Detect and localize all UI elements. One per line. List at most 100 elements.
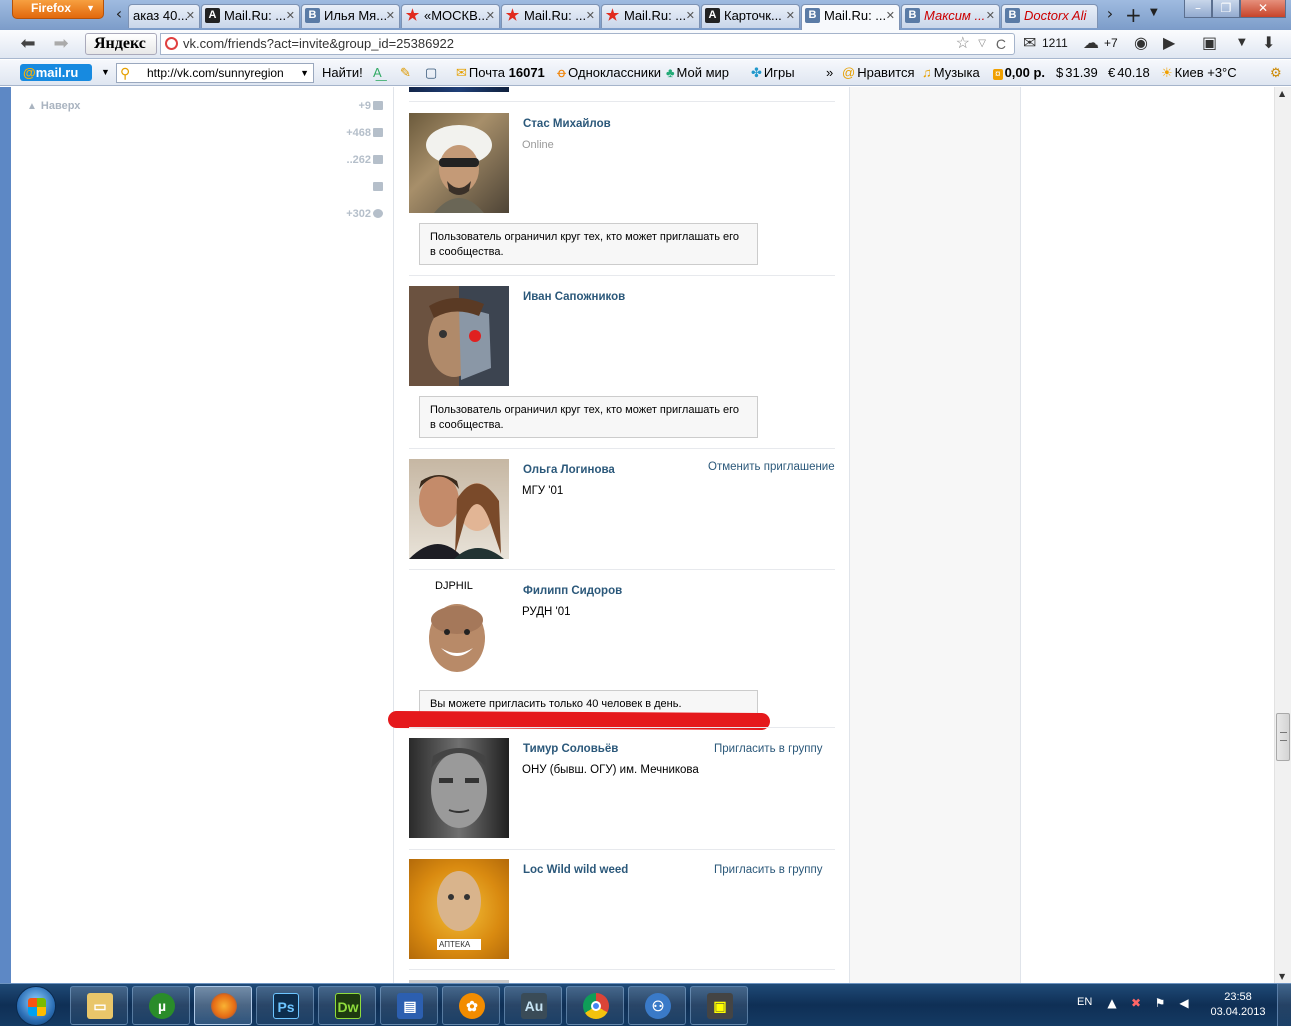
avatar[interactable] bbox=[409, 87, 509, 92]
yandex-search-button[interactable]: Яндекс bbox=[85, 33, 157, 55]
download-icon[interactable]: ⬇ bbox=[1262, 33, 1275, 52]
bookmark-icon[interactable]: ▣ bbox=[1202, 33, 1217, 52]
close-icon[interactable]: ✕ bbox=[686, 9, 695, 23]
close-icon[interactable]: ✕ bbox=[586, 9, 595, 23]
games-link[interactable]: ✤ Игры bbox=[751, 65, 795, 81]
taskbar-save-button[interactable]: ▤ bbox=[380, 986, 438, 1025]
avatar[interactable] bbox=[409, 459, 509, 559]
balance-link[interactable]: ¤ 0,00 р. bbox=[993, 65, 1045, 80]
show-desktop-button[interactable] bbox=[1277, 984, 1291, 1026]
firefox-menu-button[interactable]: Firefox ▼ bbox=[12, 0, 104, 19]
overflow-button[interactable]: » bbox=[826, 65, 833, 80]
zoom-icon[interactable]: ▢ bbox=[425, 65, 437, 81]
minimize-button[interactable]: – bbox=[1184, 0, 1212, 18]
volume-icon[interactable]: ◀ bbox=[1176, 996, 1192, 1012]
friend-name-link[interactable]: Филипп Сидоров bbox=[523, 585, 622, 597]
close-window-button[interactable]: ✕ bbox=[1240, 0, 1286, 18]
forward-button[interactable]: ➡ bbox=[50, 34, 72, 54]
back-button[interactable]: ⬅ bbox=[17, 34, 39, 54]
close-icon[interactable]: ✕ bbox=[386, 9, 395, 23]
taskbar-gadget-button[interactable]: ▣ bbox=[690, 986, 748, 1025]
close-icon[interactable]: ✕ bbox=[286, 9, 295, 23]
mailru-logo[interactable]: @mail.ru bbox=[20, 64, 92, 81]
invite-to-group-link[interactable]: Пригласить в группу bbox=[714, 743, 822, 755]
mailru-search-input[interactable]: ⚲ http://vk.com/sunnyregion ▼ bbox=[116, 63, 314, 83]
sidebar-counter-messages[interactable]: +468 bbox=[346, 127, 383, 139]
clock[interactable]: 23:58 03.04.2013 bbox=[1208, 990, 1268, 1020]
chevron-down-icon[interactable]: ▼ bbox=[1238, 37, 1246, 48]
tab-item[interactable]: B Doctorx Ali bbox=[1001, 4, 1098, 28]
close-icon[interactable]: ✕ bbox=[186, 9, 195, 23]
weather-link[interactable]: ☀ Киев +3°C bbox=[1161, 65, 1237, 81]
start-button[interactable] bbox=[16, 986, 56, 1026]
sidebar-counter-groups[interactable]: ..262 bbox=[347, 154, 383, 166]
taskbar-explorer-button[interactable]: ▭ bbox=[70, 986, 128, 1025]
avatar[interactable] bbox=[409, 286, 509, 386]
new-tab-button[interactable]: + bbox=[1125, 3, 1142, 27]
avatar[interactable]: DJPHIL bbox=[409, 580, 509, 680]
tab-item[interactable]: ★ Mail.Ru: ... ✕ bbox=[601, 4, 700, 28]
spellcheck-icon[interactable]: A͟ bbox=[373, 65, 382, 80]
tab-item[interactable]: A Mail.Ru: ... ✕ bbox=[201, 4, 300, 28]
network-warning-icon[interactable]: ✖ bbox=[1128, 996, 1144, 1012]
play-icon[interactable]: ▶ bbox=[1163, 33, 1175, 52]
tab-item[interactable]: B Максим ... ✕ bbox=[901, 4, 1000, 28]
friend-name-link[interactable]: Тимур Соловьёв bbox=[523, 743, 618, 755]
friend-name-link[interactable]: Loc Wild wild weed bbox=[523, 864, 628, 876]
highlighter-icon[interactable]: ✎ bbox=[400, 65, 411, 81]
cancel-invite-link[interactable]: Отменить приглашение bbox=[708, 461, 835, 473]
mail-envelope-icon[interactable]: ✉ bbox=[1023, 33, 1036, 52]
tab-list-button[interactable]: ▼ bbox=[1150, 7, 1158, 18]
tab-item[interactable]: A Карточк... ✕ bbox=[701, 4, 800, 28]
taskbar-photoshop-button[interactable]: Ps bbox=[256, 986, 314, 1025]
tab-item[interactable]: ★ «МОСКВ... ✕ bbox=[401, 4, 500, 28]
odnoklassniki-link[interactable]: ꝋ Одноклассники bbox=[557, 65, 661, 81]
sidebar-counter-comments[interactable] bbox=[371, 181, 383, 193]
avatar[interactable] bbox=[409, 738, 509, 838]
tab-item[interactable]: B Илья Мя... ✕ bbox=[301, 4, 400, 28]
settings-gear-icon[interactable]: ⚙ bbox=[1270, 65, 1282, 81]
tab-item-active[interactable]: B Mail.Ru: ... ✕ bbox=[801, 4, 900, 30]
taskbar-utorrent-button[interactable]: µ bbox=[132, 986, 190, 1025]
tab-scroll-left-button[interactable]: ‹ bbox=[110, 4, 128, 26]
close-icon[interactable]: ✕ bbox=[786, 9, 795, 23]
tab-item[interactable]: ★ Mail.Ru: ... ✕ bbox=[501, 4, 600, 28]
bookmark-star-icon[interactable]: ☆ bbox=[956, 34, 970, 54]
usd-rate[interactable]: $31.39 bbox=[1056, 65, 1098, 80]
close-icon[interactable]: ✕ bbox=[986, 9, 995, 23]
vertical-scrollbar[interactable]: ▲ ▼ bbox=[1274, 87, 1291, 983]
reload-icon[interactable]: C bbox=[996, 34, 1006, 54]
taskbar-chrome-button[interactable] bbox=[566, 986, 624, 1025]
mail-link[interactable]: ✉ Почта 16071 bbox=[456, 65, 545, 81]
close-icon[interactable]: ✕ bbox=[486, 9, 495, 23]
taskbar-firefox-button[interactable] bbox=[194, 986, 252, 1025]
avatar[interactable] bbox=[409, 113, 509, 213]
weather-cloud-icon[interactable]: ☁ bbox=[1083, 33, 1099, 52]
my-world-link[interactable]: ♣ Мой мир bbox=[666, 65, 729, 80]
invite-to-group-link[interactable]: Пригласить в группу bbox=[714, 864, 822, 876]
shield-icon[interactable]: ◉ bbox=[1134, 33, 1148, 52]
music-link[interactable]: ♫ Музыка bbox=[922, 65, 980, 80]
chevron-down-icon[interactable]: ▼ bbox=[300, 64, 309, 82]
friend-name-link[interactable]: Иван Сапожников bbox=[523, 291, 625, 303]
action-center-icon[interactable]: ⚑ bbox=[1152, 996, 1168, 1012]
taskbar-dreamweaver-button[interactable]: Dw bbox=[318, 986, 376, 1025]
tab-item[interactable]: аказ 40... ✕ bbox=[128, 4, 200, 28]
like-link[interactable]: @ Нравится bbox=[842, 65, 915, 80]
close-icon[interactable]: ✕ bbox=[886, 9, 895, 23]
chevron-up-icon[interactable]: ▲ bbox=[1104, 996, 1120, 1012]
scroll-down-arrow-icon[interactable]: ▼ bbox=[1279, 972, 1285, 981]
taskbar-network-button[interactable]: ⚇ bbox=[628, 986, 686, 1025]
friend-name-link[interactable]: Ольга Логинова bbox=[523, 464, 615, 476]
url-bar[interactable]: vk.com/friends?act=invite&group_id=25386… bbox=[160, 33, 1015, 55]
scroll-up-arrow-icon[interactable]: ▲ bbox=[1279, 89, 1285, 98]
taskbar-fl-studio-button[interactable]: ✿ bbox=[442, 986, 500, 1025]
taskbar-audition-button[interactable]: Au bbox=[504, 986, 562, 1025]
find-button[interactable]: Найти! bbox=[322, 65, 363, 80]
eur-rate[interactable]: €40.18 bbox=[1108, 65, 1150, 80]
avatar[interactable]: АПТЕКА bbox=[409, 859, 509, 959]
sidebar-counter-settings[interactable]: +302 bbox=[346, 208, 383, 220]
chevron-down-icon[interactable]: ▼ bbox=[101, 67, 110, 77]
sidebar-counter-friends[interactable]: +9 bbox=[358, 100, 383, 112]
scroll-to-top-button[interactable]: ▲ Наверх bbox=[27, 100, 80, 112]
